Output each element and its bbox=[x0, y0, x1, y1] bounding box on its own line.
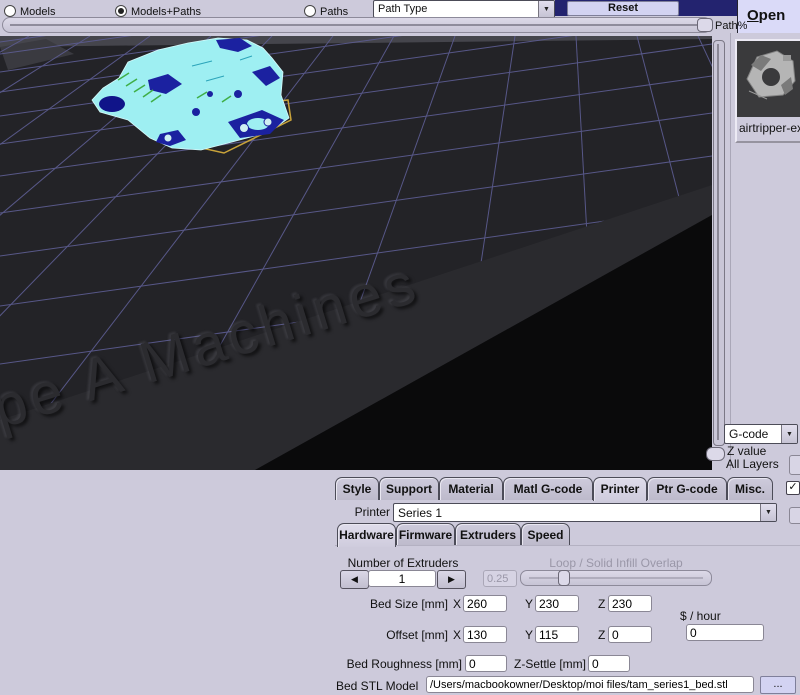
num-extruders-label: Number of Extruders bbox=[338, 556, 468, 571]
printer-value: Series 1 bbox=[394, 506, 760, 520]
model-thumbnail-label: airtripper-ex bbox=[739, 121, 800, 136]
tab-printer[interactable]: Printer bbox=[593, 477, 647, 501]
z-settle-label: Z-Settle [mm] bbox=[514, 657, 584, 672]
offset-label: Offset [mm] bbox=[350, 628, 448, 643]
offset-y-field[interactable] bbox=[535, 626, 579, 643]
layer-slider-thumb[interactable] bbox=[706, 447, 725, 461]
slider-groove bbox=[10, 24, 704, 26]
dollar-hour-label: $ / hour bbox=[680, 609, 721, 624]
axis-x-label: X bbox=[453, 597, 461, 612]
browse-stl-button[interactable]: ... bbox=[760, 676, 796, 694]
subtab-firmware[interactable]: Firmware bbox=[396, 523, 455, 546]
radio-circle-icon[interactable] bbox=[304, 5, 316, 17]
overlap-field bbox=[483, 570, 517, 587]
offset-x-field[interactable] bbox=[463, 626, 507, 643]
extruders-increment-button[interactable]: ▶ bbox=[437, 570, 466, 589]
chevron-down-icon[interactable]: ▼ bbox=[781, 425, 797, 443]
overlap-slider bbox=[520, 570, 712, 586]
path-percent-slider-thumb[interactable] bbox=[697, 18, 713, 32]
model-thumbnail-image bbox=[737, 41, 800, 117]
chevron-down-icon[interactable]: ▼ bbox=[760, 504, 776, 521]
bed-size-y-field[interactable] bbox=[535, 595, 579, 612]
model-thumbnail-card[interactable]: airtripper-ex bbox=[735, 39, 800, 143]
subtab-extruders[interactable]: Extruders bbox=[455, 523, 521, 546]
axis-z-label: Z bbox=[598, 628, 605, 643]
cropped-control[interactable] bbox=[789, 507, 800, 524]
overlap-label: Loop / Solid Infill Overlap bbox=[520, 556, 712, 571]
chevron-down-icon[interactable]: ▼ bbox=[538, 1, 554, 17]
tab-material[interactable]: Material bbox=[439, 477, 503, 500]
bed-size-label: Bed Size [mm] bbox=[350, 597, 448, 612]
bed-roughness-label: Bed Roughness [mm] bbox=[340, 657, 462, 672]
slicer-app-window: Models Models+Paths Paths Path Type ▼ Re… bbox=[0, 0, 800, 695]
z-settle-field[interactable] bbox=[588, 655, 630, 672]
reset-button[interactable]: Reset bbox=[567, 1, 679, 16]
printer-dropdown[interactable]: Series 1 ▼ bbox=[393, 503, 777, 522]
overlap-slider-thumb bbox=[558, 570, 570, 586]
path-type-value: Path Type bbox=[374, 3, 538, 15]
layer-slider-groove bbox=[717, 44, 719, 440]
cropped-control[interactable] bbox=[789, 455, 800, 475]
path-percent-label: Path% bbox=[715, 19, 747, 33]
bed-size-z-field[interactable] bbox=[608, 595, 652, 612]
layer-slider[interactable] bbox=[713, 40, 725, 446]
view-mode-dropdown[interactable]: G-code ▼ bbox=[724, 424, 798, 444]
subtab-pane-divider bbox=[335, 545, 800, 546]
subtab-hardware[interactable]: Hardware bbox=[337, 523, 396, 547]
screw-hole bbox=[240, 124, 249, 133]
model-hole bbox=[99, 96, 125, 112]
tab-ptr-gcode[interactable]: Ptr G-code bbox=[647, 477, 727, 500]
axis-y-label: Y bbox=[525, 597, 533, 612]
bed-size-x-field[interactable] bbox=[463, 595, 507, 612]
axis-x-label: X bbox=[453, 628, 461, 643]
all-layers-label: All Layers bbox=[726, 457, 779, 472]
screw-hole bbox=[164, 134, 172, 142]
screw-hole bbox=[264, 118, 272, 126]
radio-selected-icon[interactable] bbox=[115, 5, 127, 17]
path-percent-slider[interactable] bbox=[2, 17, 712, 33]
bed-roughness-field[interactable] bbox=[465, 655, 507, 672]
settings-checkbox[interactable]: ✓ bbox=[786, 481, 800, 495]
tab-matl-gcode[interactable]: Matl G-code bbox=[503, 477, 593, 500]
num-extruders-field[interactable] bbox=[368, 570, 436, 587]
overlap-slider-groove bbox=[529, 577, 703, 579]
tab-misc[interactable]: Misc. bbox=[727, 477, 773, 500]
axis-y-label: Y bbox=[525, 628, 533, 643]
path-type-dropdown[interactable]: Path Type ▼ bbox=[373, 0, 555, 18]
bed-stl-label: Bed STL Model bbox=[336, 679, 418, 694]
radio-circle-icon[interactable] bbox=[4, 5, 16, 17]
offset-z-field[interactable] bbox=[608, 626, 652, 643]
view-mode-value: G-code bbox=[725, 427, 781, 441]
tab-support[interactable]: Support bbox=[379, 477, 439, 500]
extruders-decrement-button[interactable]: ◀ bbox=[340, 570, 369, 589]
printer-label: Printer bbox=[340, 505, 390, 520]
axis-z-label: Z bbox=[598, 597, 605, 612]
bed-stl-path-field[interactable] bbox=[426, 676, 754, 693]
dollar-hour-field[interactable] bbox=[686, 624, 764, 641]
3d-viewport[interactable]: pe A Machines bbox=[0, 36, 712, 470]
tab-style[interactable]: Style bbox=[335, 477, 379, 500]
subtab-speed[interactable]: Speed bbox=[521, 523, 570, 546]
